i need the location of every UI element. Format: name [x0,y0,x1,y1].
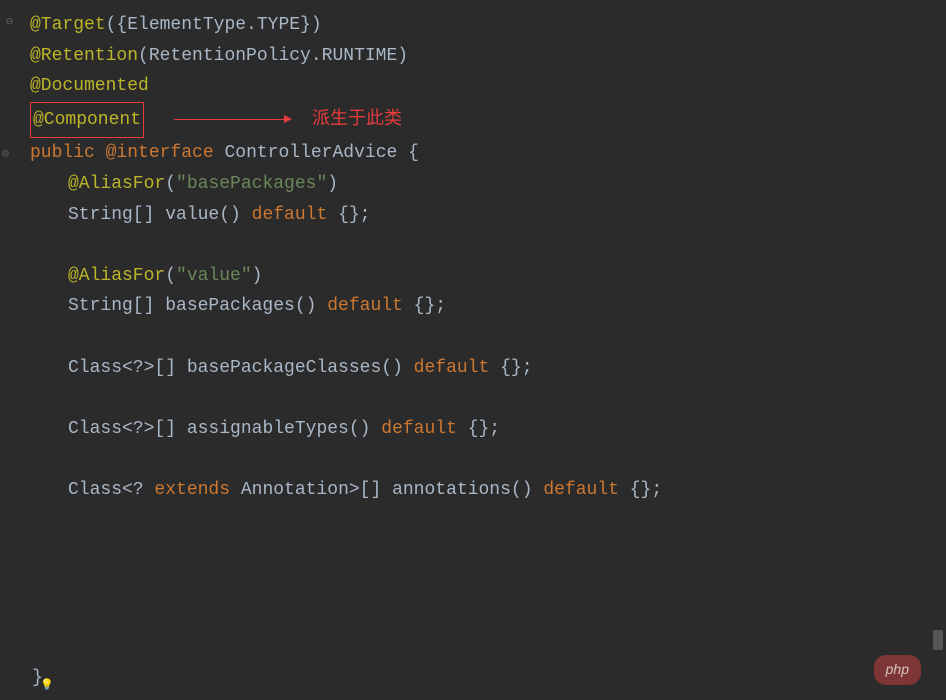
code-line: String[] value() default {}; [30,200,946,231]
brace: { [397,143,419,163]
parens: () [219,205,251,225]
type-suffix: Annotation>[] [230,480,392,500]
code-line: Class<?>[] basePackageClasses() default … [30,353,946,384]
annotation: @Target [30,15,106,35]
keyword-extends: extends [154,480,230,500]
parens: () [349,419,381,439]
keyword-default: default [252,205,328,225]
code-line: @Documented [30,71,946,102]
lightbulb-icon[interactable]: 💡 [40,677,54,696]
parens: () [381,358,413,378]
code-line: @AliasFor("basePackages") [30,169,946,200]
annotation: @Documented [30,76,149,96]
code-editor[interactable]: @Target({ElementType.TYPE}) @Retention(R… [0,10,946,506]
method-name: assignableTypes [187,419,349,439]
method-name: basePackageClasses [187,358,381,378]
code-line: String[] basePackages() default {}; [30,291,946,322]
type: String[] [68,205,165,225]
keyword-default: default [327,296,403,316]
code-line: Class<?>[] assignableTypes() default {}; [30,414,946,445]
braces: {}; [457,419,500,439]
gutter: ⊖ ⊖ [0,0,25,700]
braces: {}; [489,358,532,378]
braces: {}; [327,205,370,225]
annotation-component: @Component [33,110,141,130]
method-name: annotations [392,480,511,500]
scrollbar-thumb[interactable] [933,630,943,650]
code-text: (RetentionPolicy.RUNTIME) [138,46,408,66]
blank-line [30,230,946,261]
code-line: @Component 派生于此类 [30,102,946,139]
method-name: basePackages [165,296,295,316]
code-line: @Target({ElementType.TYPE}) [30,10,946,41]
string-literal: "basePackages" [176,174,327,194]
keyword-default: default [543,480,619,500]
string-literal: "value" [176,266,252,286]
type: Class<?>[] [68,419,187,439]
annotation: @Retention [30,46,138,66]
braces: {}; [619,480,662,500]
code-line: Class<? extends Annotation>[] annotation… [30,475,946,506]
blank-line [30,322,946,353]
parens: () [295,296,327,316]
blank-line [30,383,946,414]
code-line: @Retention(RetentionPolicy.RUNTIME) [30,41,946,72]
watermark: php [874,655,921,685]
parens: () [511,480,543,500]
comment-text: 派生于此类 [312,110,402,130]
blank-line [30,444,946,475]
arrow-annotation [144,115,292,123]
class-name: ControllerAdvice [224,143,397,163]
type: Class<?>[] [68,358,187,378]
keyword-public: public [30,143,95,163]
fold-icon[interactable]: ⊖ [2,144,9,164]
type: String[] [68,296,165,316]
fold-icon[interactable]: ⊖ [6,12,13,32]
code-text: ({ElementType.TYPE}) [106,15,322,35]
type-prefix: Class<? [68,480,154,500]
keyword-default: default [381,419,457,439]
highlighted-annotation-box: @Component [30,102,144,139]
annotation: @AliasFor [68,266,165,286]
code-line: @AliasFor("value") [30,261,946,292]
keyword-interface: @interface [106,143,214,163]
braces: {}; [403,296,446,316]
method-name: value [165,205,219,225]
code-line: public @interface ControllerAdvice { [30,138,946,169]
keyword-default: default [414,358,490,378]
annotation: @AliasFor [68,174,165,194]
